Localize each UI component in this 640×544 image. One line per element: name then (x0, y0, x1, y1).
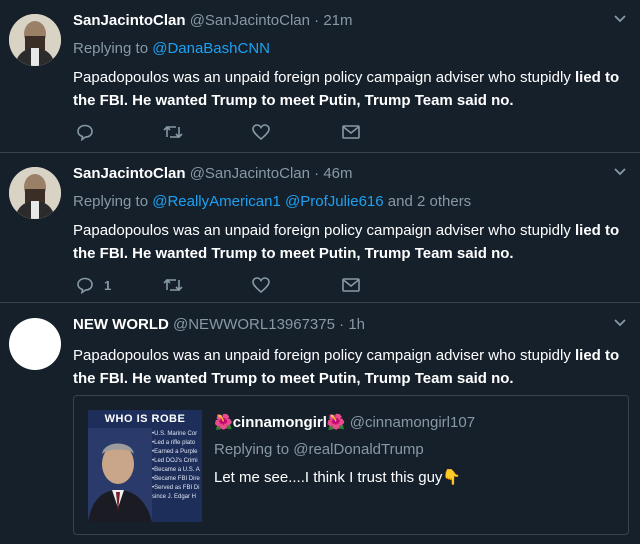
replying-to: Replying to @DanaBashCNN (73, 40, 270, 57)
replying-others[interactable]: and 2 others (384, 193, 471, 210)
tweet[interactable]: SanJacintoClan @SanJacintoClan · 21m Rep… (0, 0, 640, 153)
like-button[interactable] (251, 274, 271, 296)
reply-icon (77, 124, 93, 141)
quoted-author-name[interactable]: cinnamongirl (233, 414, 327, 431)
tweet-text: Papadopoulos was an unpaid foreign polic… (73, 66, 621, 112)
timestamp[interactable]: 46m (323, 165, 352, 182)
mention-link[interactable]: @DanaBashCNN (152, 40, 270, 57)
mention-link[interactable]: @ReallyAmerican1 (152, 193, 281, 210)
replying-prefix: Replying to (73, 40, 153, 57)
tweet[interactable]: SanJacintoClan @SanJacintoClan · 46m Rep… (0, 153, 640, 303)
mention-link[interactable]: @ProfJulie616 (285, 193, 384, 210)
separator-dot: · (339, 316, 345, 333)
chevron-down-icon[interactable] (613, 167, 627, 177)
image-line: •Served as FBI Di (152, 485, 200, 491)
timestamp[interactable]: 21m (323, 12, 352, 29)
image-title: WHO IS ROBE (104, 413, 186, 425)
reply-button[interactable]: 1 (76, 274, 111, 296)
tweet-actions: 1 (73, 274, 373, 296)
like-icon (252, 124, 270, 141)
dm-button[interactable] (341, 274, 361, 296)
timestamp[interactable]: 1h (348, 316, 365, 333)
chevron-down-icon[interactable] (613, 318, 627, 328)
avatar[interactable] (9, 318, 61, 370)
image-line: since J. Edgar H (152, 494, 197, 500)
tweet-header: SanJacintoClan @SanJacintoClan · 46m (73, 165, 353, 182)
image-text-lines: •U.S. Marine Cor •Led a rifle plato •Ear… (152, 430, 200, 502)
separator-dot: · (314, 165, 320, 182)
retweet-icon (163, 278, 183, 292)
retweet-button[interactable] (162, 274, 184, 296)
author-name[interactable]: SanJacintoClan (73, 165, 186, 182)
image-line: •Led DOJ's Crimi (152, 458, 198, 464)
quoted-tweet-header: 🌺cinnamongirl🌺 @cinnamongirl107 (214, 413, 475, 431)
tweet-actions (73, 121, 373, 143)
replying-prefix: Replying to (73, 193, 153, 210)
author-handle[interactable]: @SanJacintoClan (190, 12, 310, 29)
replying-to: Replying to @ReallyAmerican1 @ProfJulie6… (73, 193, 471, 210)
quoted-replying-to: Replying to @realDonaldTrump (214, 441, 424, 458)
chevron-down-icon[interactable] (613, 14, 627, 24)
replying-prefix: Replying to (214, 441, 294, 458)
dm-button[interactable] (341, 121, 361, 143)
tweet-text: Papadopoulos was an unpaid foreign polic… (73, 344, 621, 390)
image-line: •Became a U.S. A (152, 467, 200, 473)
image-line: •Earned a Purple (152, 449, 198, 455)
portrait-image (88, 428, 152, 522)
avatar[interactable] (9, 167, 61, 219)
author-name[interactable]: SanJacintoClan (73, 12, 186, 29)
dm-icon (342, 125, 360, 139)
dm-icon (342, 278, 360, 292)
quoted-author-handle[interactable]: @cinnamongirl107 (350, 414, 475, 431)
reply-button[interactable] (76, 121, 94, 143)
flower-icon: 🌺 (326, 414, 346, 431)
tweet-header: NEW WORLD @NEWWORL13967375 · 1h (73, 316, 365, 333)
separator-dot: · (314, 12, 320, 29)
retweet-button[interactable] (162, 121, 184, 143)
quoted-tweet-text: Let me see....I think I trust this guy👇 (214, 469, 462, 486)
tweet[interactable]: NEW WORLD @NEWWORL13967375 · 1h Papadopo… (0, 304, 640, 544)
retweet-icon (163, 125, 183, 139)
like-icon (252, 277, 270, 294)
reply-count: 1 (104, 277, 112, 293)
image-line: •U.S. Marine Cor (152, 431, 198, 437)
like-button[interactable] (251, 121, 271, 143)
tweet-text-part: Papadopoulos was an unpaid foreign polic… (73, 347, 575, 364)
avatar[interactable] (9, 14, 61, 66)
quoted-tweet[interactable]: WHO IS ROBE •U.S. Marine Cor •Led a rifl… (73, 395, 629, 535)
tweet-text-part: Papadopoulos was an unpaid foreign polic… (73, 69, 575, 86)
tweet-text-part: Papadopoulos was an unpaid foreign polic… (73, 222, 575, 239)
reply-icon (77, 277, 93, 294)
flower-icon: 🌺 (214, 414, 233, 431)
tweet-text: Papadopoulos was an unpaid foreign polic… (73, 219, 621, 265)
quoted-tweet-image[interactable]: WHO IS ROBE •U.S. Marine Cor •Led a rifl… (88, 410, 202, 522)
mention: @realDonaldTrump (293, 441, 424, 458)
image-line: •Led a rifle plato (152, 440, 196, 446)
tweet-header: SanJacintoClan @SanJacintoClan · 21m (73, 12, 353, 29)
image-line: •Became FBI Dire (152, 476, 200, 482)
author-name[interactable]: NEW WORLD (73, 316, 169, 333)
author-handle[interactable]: @NEWWORL13967375 (173, 316, 335, 333)
author-handle[interactable]: @SanJacintoClan (190, 165, 310, 182)
